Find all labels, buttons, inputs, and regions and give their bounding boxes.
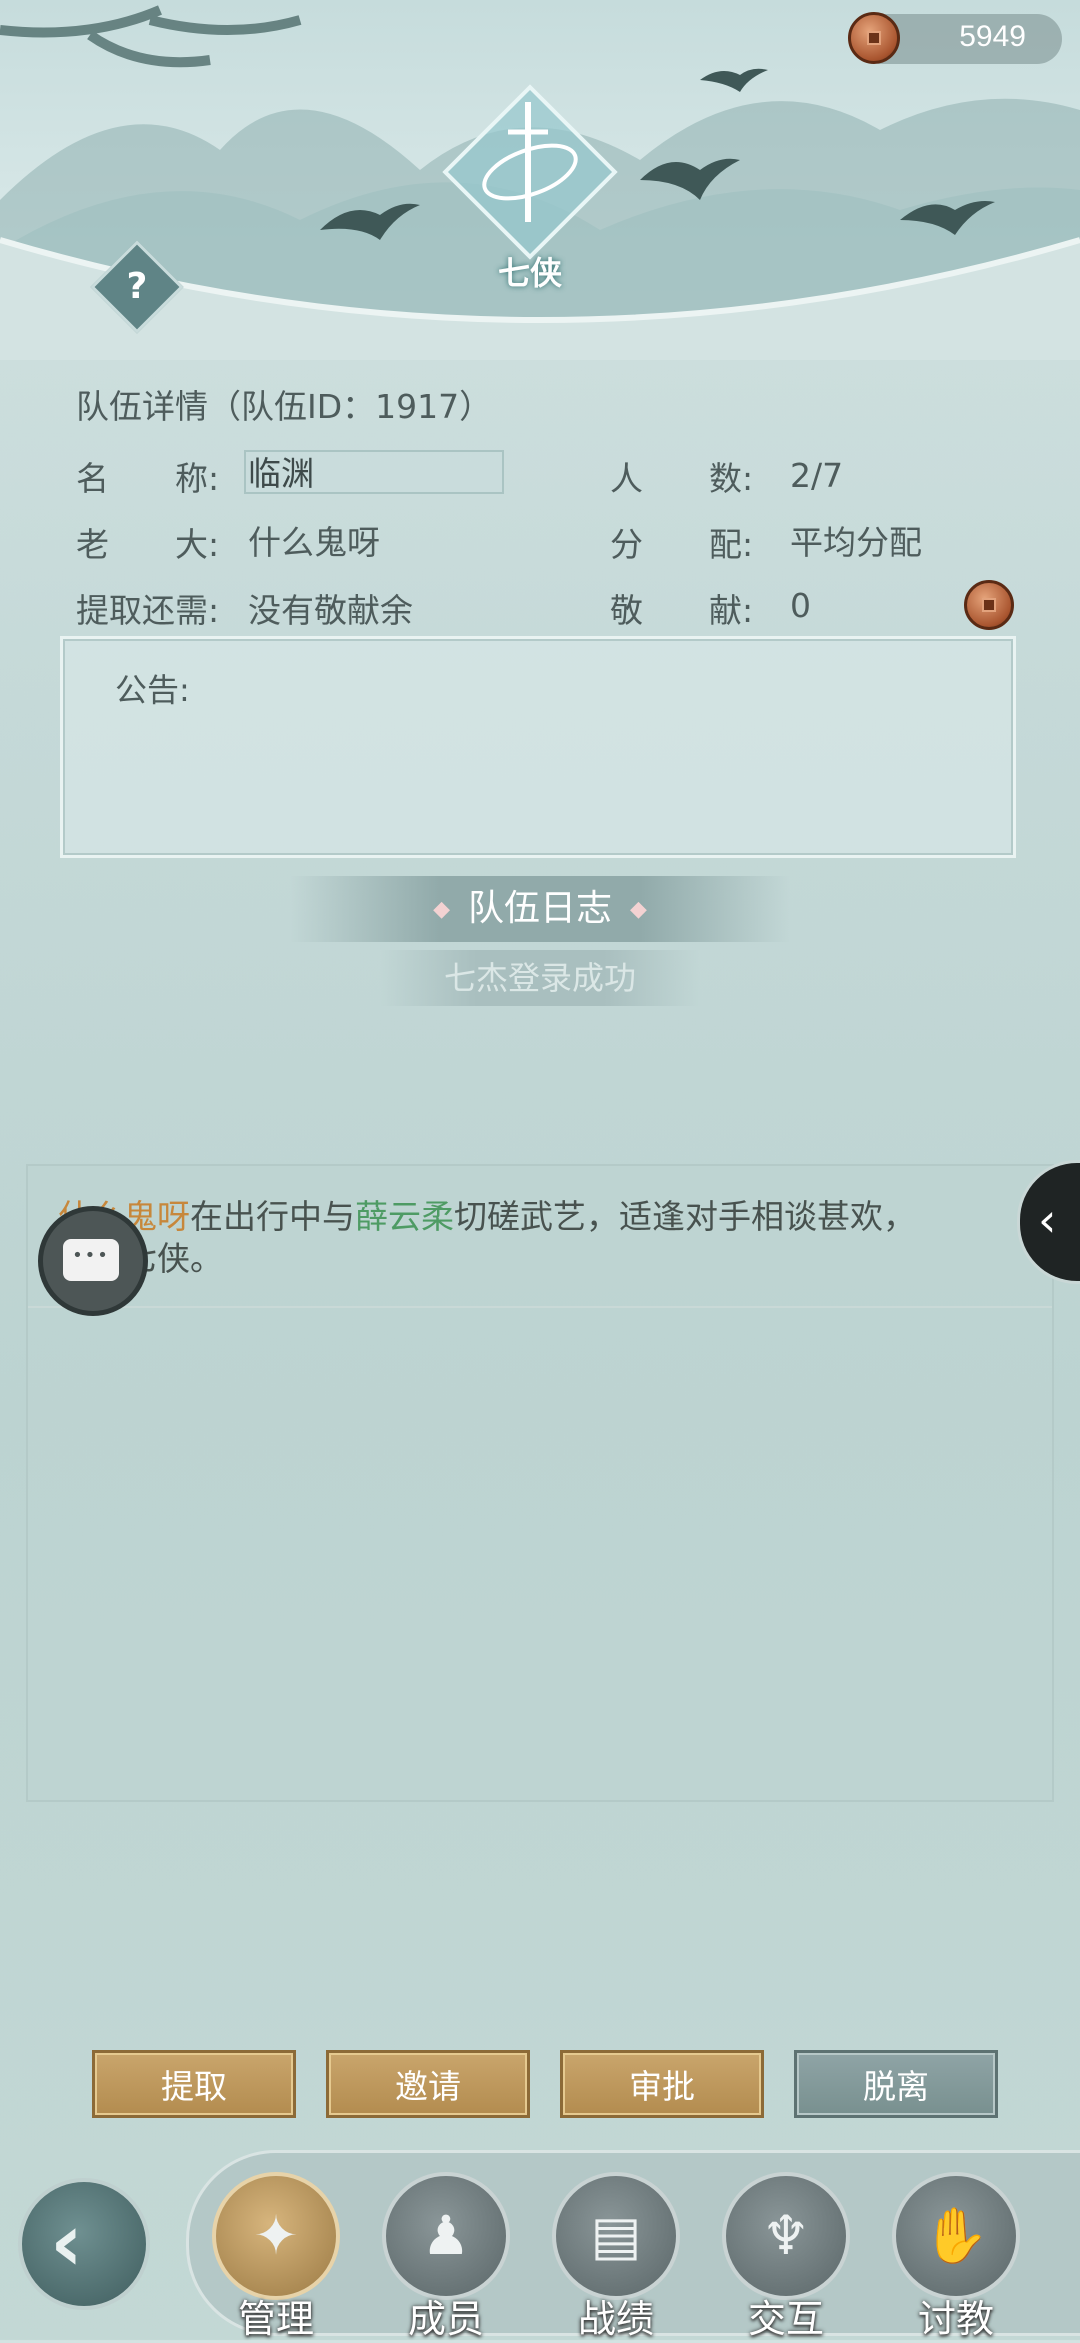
contribution-value: 0: [790, 586, 811, 625]
currency-value: 5949: [959, 20, 1026, 53]
nav-label-manage: 管理: [237, 2297, 314, 2341]
nav-tab-instruct[interactable]: ✋ 讨教: [892, 2172, 1022, 2341]
distribution-value: 平均分配: [790, 523, 922, 562]
team-log-title: 队伍日志: [467, 888, 612, 929]
question-icon: ?: [126, 266, 148, 307]
team-name-field[interactable]: 临渊: [244, 450, 504, 494]
scroll-icon: ▤: [552, 2172, 680, 2300]
team-details-title: 队伍详情（队伍ID：1917）: [76, 387, 493, 426]
chat-divider: [28, 1306, 1052, 1308]
diamond-icon: ◆: [433, 897, 450, 922]
approve-button[interactable]: 审批: [560, 2050, 764, 2118]
invite-button[interactable]: 邀请: [326, 2050, 530, 2118]
handshake-icon: ✋: [892, 2172, 1020, 2300]
hero-ink-painting: 5949 七侠 ?: [0, 0, 1080, 360]
notice-board[interactable]: 公告:: [60, 636, 1016, 858]
chat-toggle-button[interactable]: [38, 1206, 148, 1316]
chat-message: 什么鬼呀在出行中与薛云柔切磋武艺，适逢对手相谈甚欢， 江湖七侠。: [58, 1196, 1018, 1280]
team-log-entry: 七杰登录成功: [380, 950, 700, 1006]
nav-tab-interact[interactable]: ♆ 交互: [722, 2172, 852, 2341]
withdraw-value: 没有敬献余: [248, 591, 413, 630]
diamond-icon: ◆: [630, 897, 647, 922]
copper-coin-icon[interactable]: [964, 580, 1014, 630]
name-label: 名 称:: [76, 459, 220, 498]
members-icon: ♟: [382, 2172, 510, 2300]
members-value: 2/7: [790, 456, 844, 495]
emblem-title: 七侠: [497, 254, 562, 292]
copper-coin-icon: [848, 12, 900, 64]
trident-icon: ♆: [722, 2172, 850, 2300]
back-arrow-icon: ‹: [50, 2196, 83, 2289]
team-log-header: ◆ 队伍日志 ◆: [290, 876, 790, 942]
members-label: 人 数:: [610, 459, 754, 498]
chevron-left-icon: ‹: [1038, 1193, 1057, 1247]
withdraw-label: 提取还需:: [76, 591, 220, 630]
notice-label: 公告:: [115, 671, 190, 709]
manage-icon: ✦: [212, 2172, 340, 2300]
nav-label-interact: 交互: [747, 2297, 824, 2341]
sword-emblem-icon: [442, 84, 618, 260]
leader-label: 老 大:: [76, 525, 220, 564]
withdraw-button[interactable]: 提取: [92, 2050, 296, 2118]
leave-button[interactable]: 脱离: [794, 2050, 998, 2118]
chat-panel[interactable]: 什么鬼呀在出行中与薛云柔切磋武艺，适逢对手相谈甚欢， 江湖七侠。: [26, 1164, 1054, 1802]
back-button[interactable]: ‹: [18, 2178, 150, 2310]
chat-bubble-icon: [63, 1239, 119, 1281]
nav-label-instruct: 讨教: [917, 2297, 994, 2341]
nav-tab-members[interactable]: ♟ 成员: [382, 2172, 512, 2341]
nav-tab-records[interactable]: ▤ 战绩: [552, 2172, 682, 2341]
chat-text: 切磋武艺，适逢对手相谈甚欢，: [454, 1197, 916, 1236]
leader-value: 什么鬼呀: [248, 523, 380, 562]
nav-label-members: 成员: [407, 2297, 484, 2341]
chat-text: 在出行中与: [190, 1197, 355, 1236]
nav-tab-manage[interactable]: ✦ 管理: [212, 2172, 342, 2341]
contribution-label: 敬 献:: [610, 591, 754, 630]
team-emblem: 七侠: [430, 72, 630, 292]
nav-label-records: 战绩: [577, 2297, 654, 2341]
distribution-label: 分 配:: [610, 525, 754, 564]
chat-npc-name[interactable]: 薛云柔: [355, 1197, 454, 1236]
